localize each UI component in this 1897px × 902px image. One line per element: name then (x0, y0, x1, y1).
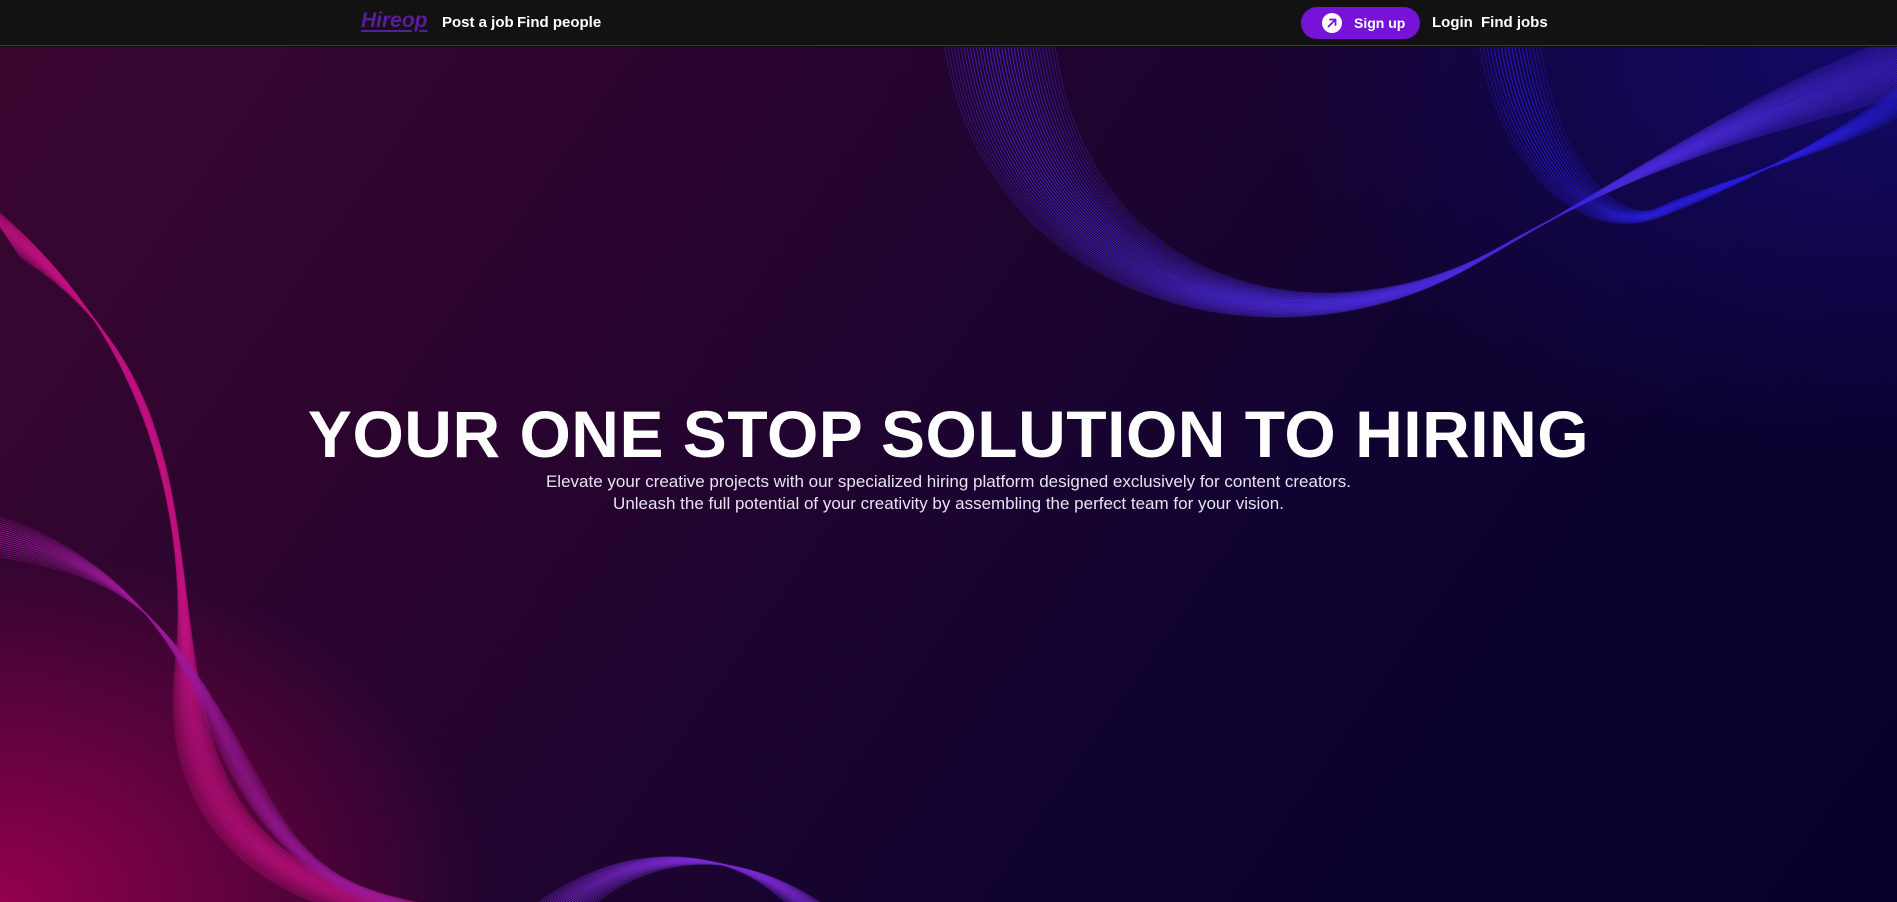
hero-title: YOUR ONE STOP SOLUTION TO HIRING (307, 397, 1590, 471)
arrow-up-right-icon (1322, 13, 1342, 33)
hero-section: YOUR ONE STOP SOLUTION TO HIRING Elevate… (0, 47, 1897, 902)
signup-label: Sign up (1354, 15, 1406, 31)
hero-subtitle-line-1: Elevate your creative projects with our … (545, 472, 1352, 491)
signup-button[interactable]: Sign up (1301, 7, 1420, 39)
site-logo[interactable]: Hireop (361, 9, 428, 33)
top-navbar: Hireop Post a job Find people Sign up Lo… (0, 0, 1897, 46)
nav-find-people[interactable]: Find people (517, 14, 601, 31)
nav-login[interactable]: Login (1432, 14, 1473, 31)
nav-find-jobs[interactable]: Find jobs (1481, 14, 1548, 31)
nav-post-a-job[interactable]: Post a job (442, 14, 514, 31)
hero-subtitle-line-2: Unleash the full potential of your creat… (613, 494, 1284, 513)
